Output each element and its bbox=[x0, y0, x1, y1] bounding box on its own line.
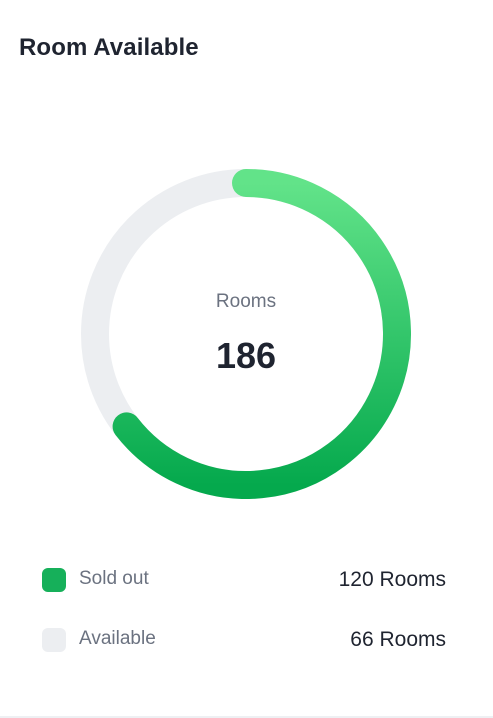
donut-chart: Rooms 186 bbox=[81, 169, 411, 499]
legend-item-sold-out: Sold out 120 Rooms bbox=[42, 564, 446, 594]
center-label: Rooms bbox=[215, 291, 277, 312]
donut-slice-sold-out bbox=[112, 169, 411, 499]
legend-value-sold-out: 120 Rooms bbox=[338, 568, 446, 591]
legend-label-available: Available bbox=[79, 628, 156, 649]
card-title: Room Available bbox=[19, 34, 199, 61]
legend-swatch-available bbox=[42, 628, 66, 652]
legend-item-available: Available 66 Rooms bbox=[42, 624, 446, 654]
donut-svg bbox=[81, 169, 411, 499]
legend-value-available: 66 Rooms bbox=[350, 628, 446, 651]
room-available-card: Room Available Rooms 186 Sold out 120 Ro… bbox=[0, 0, 493, 718]
legend-swatch-sold-out bbox=[42, 568, 66, 592]
center-total-value: 186 bbox=[215, 335, 277, 376]
legend-label-sold-out: Sold out bbox=[79, 568, 149, 589]
